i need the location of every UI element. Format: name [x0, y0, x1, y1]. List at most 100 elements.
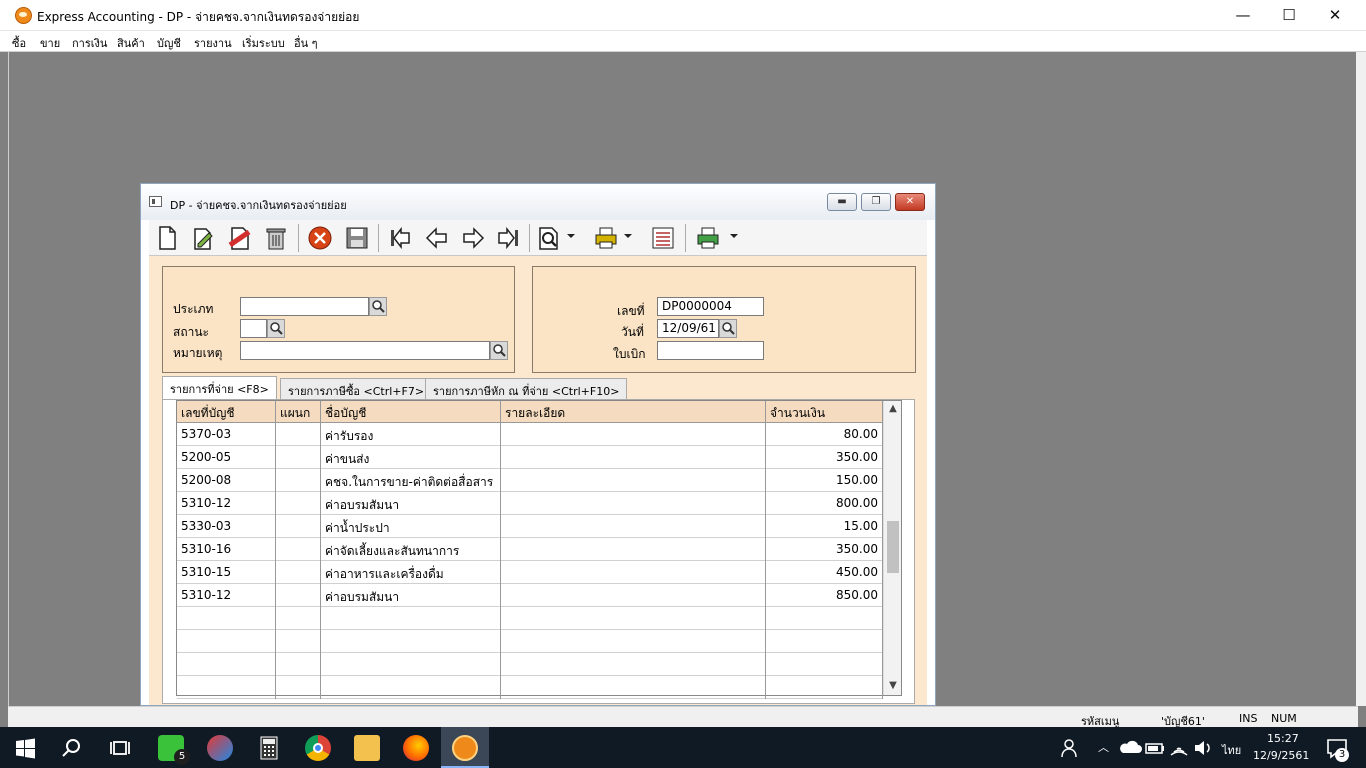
cell-amount[interactable]: 350.00 — [766, 538, 883, 561]
type-field[interactable] — [240, 297, 369, 316]
cell-amount[interactable]: 150.00 — [766, 469, 883, 492]
cell-dept[interactable] — [276, 630, 321, 653]
table-row[interactable]: 5310-12 ค่าอบรมสัมนา 850.00 — [177, 584, 883, 607]
express-accounting-taskbar-button[interactable] — [441, 727, 489, 768]
chrome-icon[interactable] — [305, 735, 331, 761]
cell-detail[interactable] — [501, 446, 766, 469]
cell-detail[interactable] — [501, 584, 766, 607]
language-indicator[interactable]: ไทย — [1222, 741, 1241, 759]
cell-account[interactable] — [177, 630, 276, 653]
cell-detail[interactable] — [501, 492, 766, 515]
maximize-button[interactable]: ☐ — [1266, 0, 1312, 31]
tray-chevron-icon[interactable]: ︿ — [1098, 739, 1109, 755]
wifi-icon[interactable] — [1166, 735, 1192, 761]
last-record-icon[interactable] — [496, 225, 522, 251]
cell-detail[interactable] — [501, 423, 766, 446]
cell-account[interactable]: 5200-05 — [177, 446, 276, 469]
volume-icon[interactable] — [1190, 735, 1216, 761]
type-lookup-button[interactable] — [369, 297, 387, 316]
cell-account[interactable]: 5310-12 — [177, 584, 276, 607]
table-row[interactable] — [177, 653, 883, 676]
cell-amount[interactable]: 80.00 — [766, 423, 883, 446]
tab-withholding-tax[interactable]: รายการภาษีหัก ณ ที่จ่าย <Ctrl+F10> — [425, 378, 628, 399]
print-dropdown-icon[interactable] — [624, 234, 632, 238]
cancel-icon[interactable] — [307, 225, 333, 251]
form-icon[interactable] — [650, 225, 676, 251]
cell-amount[interactable]: 350.00 — [766, 446, 883, 469]
people-icon[interactable] — [1058, 735, 1084, 761]
search-dropdown-icon[interactable] — [567, 234, 575, 238]
menu-purchase[interactable]: ซื้อ — [12, 34, 26, 52]
table-row[interactable] — [177, 630, 883, 653]
void-icon[interactable] — [227, 225, 253, 251]
cell-amount[interactable] — [766, 676, 883, 699]
onedrive-icon[interactable] — [1118, 735, 1144, 761]
cell-amount[interactable]: 850.00 — [766, 584, 883, 607]
child-minimize-button[interactable]: ▬ — [827, 193, 857, 211]
col-account-no[interactable]: เลขที่บัญชี — [177, 401, 276, 422]
cell-dept[interactable] — [276, 515, 321, 538]
cell-account[interactable]: 5310-15 — [177, 561, 276, 584]
tab-payment-items[interactable]: รายการที่จ่าย <F8> — [162, 376, 277, 399]
scroll-thumb[interactable] — [887, 521, 899, 573]
new-document-icon[interactable] — [154, 225, 180, 251]
print-preview-icon[interactable] — [695, 225, 721, 251]
cell-detail[interactable] — [501, 561, 766, 584]
col-amount[interactable]: จำนวนเงิน — [766, 401, 883, 422]
cell-detail[interactable] — [501, 630, 766, 653]
windows-start-icon[interactable] — [12, 735, 38, 761]
cell-detail[interactable] — [501, 515, 766, 538]
cell-dept[interactable] — [276, 492, 321, 515]
cell-account[interactable]: 5310-16 — [177, 538, 276, 561]
cell-detail[interactable] — [501, 469, 766, 492]
minimize-button[interactable]: — — [1220, 0, 1266, 31]
firefox-icon[interactable] — [403, 735, 429, 761]
cell-account[interactable]: 5330-03 — [177, 515, 276, 538]
cell-name[interactable]: ค่าน้ำประปา — [321, 515, 501, 538]
cell-detail[interactable] — [501, 607, 766, 630]
child-restore-button[interactable]: ❐ — [861, 193, 891, 211]
cell-name[interactable]: ค่าอบรมสัมนา — [321, 584, 501, 607]
search-icon[interactable] — [536, 225, 562, 251]
cell-account[interactable]: 5370-03 — [177, 423, 276, 446]
cell-dept[interactable] — [276, 676, 321, 699]
cell-detail[interactable] — [501, 676, 766, 699]
status-field[interactable] — [240, 319, 267, 338]
menu-finance[interactable]: การเงิน — [72, 34, 107, 52]
col-account-name[interactable]: ชื่อบัญชี — [321, 401, 501, 422]
cell-name[interactable]: ค่ารับรอง — [321, 423, 501, 446]
cell-name[interactable]: ค่าอบรมสัมนา — [321, 492, 501, 515]
cell-dept[interactable] — [276, 607, 321, 630]
scroll-down-icon[interactable]: ▼ — [888, 681, 898, 691]
task-view-icon[interactable] — [107, 735, 133, 761]
date-field[interactable]: 12/09/61 — [657, 319, 719, 338]
cell-dept[interactable] — [276, 423, 321, 446]
clock-time[interactable]: 15:27 — [1267, 732, 1299, 745]
grid-scrollbar[interactable]: ▲ ▼ — [883, 401, 901, 695]
cell-amount[interactable]: 450.00 — [766, 561, 883, 584]
delete-icon[interactable] — [263, 225, 289, 251]
menu-inventory[interactable]: สินค้า — [117, 34, 145, 52]
clock-date[interactable]: 12/9/2561 — [1253, 749, 1309, 762]
cell-name[interactable]: คชจ.ในการขาย-ค่าติดต่อสื่อสาร — [321, 469, 501, 492]
table-row[interactable]: 5200-08 คชจ.ในการขาย-ค่าติดต่อสื่อสาร 150.… — [177, 469, 883, 492]
save-icon[interactable] — [344, 225, 370, 251]
cell-dept[interactable] — [276, 446, 321, 469]
table-row[interactable]: 5200-05 ค่าขนส่ง 350.00 — [177, 446, 883, 469]
cell-name[interactable] — [321, 653, 501, 676]
voucher-field[interactable] — [657, 341, 764, 360]
print-icon[interactable] — [593, 225, 619, 251]
cell-name[interactable]: ค่าจัดเลี้ยงและสันทนาการ — [321, 538, 501, 561]
col-department[interactable]: แผนก — [276, 401, 321, 422]
note-field[interactable] — [240, 341, 490, 360]
workspace-scrollbar[interactable] — [1356, 52, 1366, 706]
cell-amount[interactable] — [766, 607, 883, 630]
status-lookup-button[interactable] — [267, 319, 285, 338]
cell-account[interactable]: 5310-12 — [177, 492, 276, 515]
cell-account[interactable] — [177, 653, 276, 676]
table-row[interactable]: 5370-03 ค่ารับรอง 80.00 — [177, 423, 883, 446]
cell-amount[interactable]: 800.00 — [766, 492, 883, 515]
cell-detail[interactable] — [501, 653, 766, 676]
table-row[interactable] — [177, 676, 883, 699]
print-preview-dropdown-icon[interactable] — [730, 234, 738, 238]
